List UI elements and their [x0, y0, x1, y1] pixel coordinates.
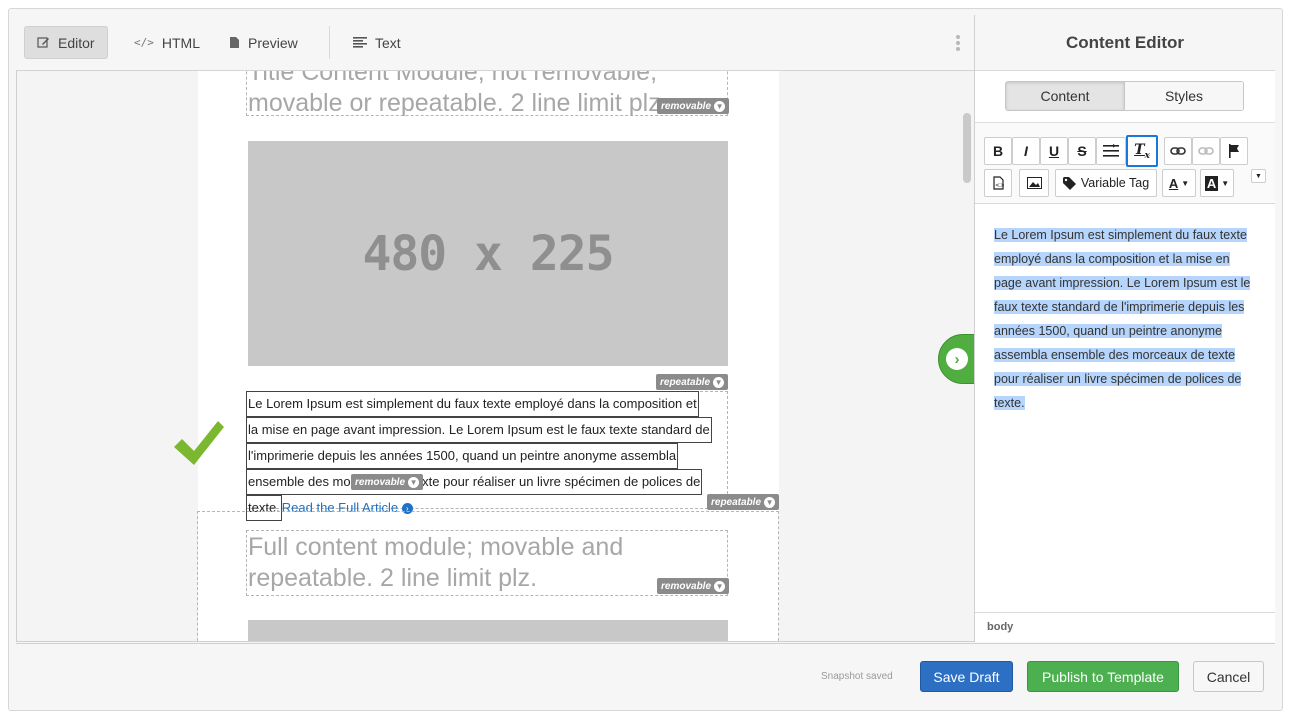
title-module-text[interactable]: Title Content Module, not removable, mov…	[248, 71, 718, 119]
panel-tabs: Content Styles	[1005, 81, 1244, 111]
paragraph-line[interactable]: l'imprimerie depuis les années 1500, qua…	[246, 443, 679, 469]
insert-image-button[interactable]	[1019, 169, 1049, 197]
repeatable-tag-label: repeatable	[660, 376, 711, 388]
paragraph-line[interactable]: Le Lorem Ipsum est simplement du faux te…	[246, 391, 699, 417]
editor-selected-text[interactable]: Le Lorem Ipsum est simplement du faux te…	[994, 223, 1255, 415]
chevron-down-icon: ▼	[713, 376, 725, 388]
text-module-content[interactable]: Le Lorem Ipsum est simplement du faux te…	[246, 391, 726, 521]
selection-highlight: Le Lorem Ipsum est simplement du faux te…	[994, 228, 1251, 410]
removable-tag[interactable]: removable ▼	[657, 98, 730, 114]
text-color-button[interactable]: A ▼	[1162, 169, 1196, 197]
variable-tag-label: Variable Tag	[1080, 176, 1150, 190]
chevron-down-icon: ▼	[408, 476, 420, 488]
repeatable-tag-label: repeatable	[711, 496, 762, 508]
clear-format-icon: Tx	[1134, 141, 1150, 161]
publish-button[interactable]: Publish to Template	[1027, 661, 1179, 692]
removable-tag[interactable]: removable ▼	[657, 578, 730, 594]
chevron-right-icon: ›	[946, 348, 968, 370]
variable-tag-button[interactable]: Variable Tag	[1055, 169, 1157, 197]
format-toolbar: B I U S Tx <> Variable Tag A ▼ A ▼ ▼	[975, 122, 1275, 204]
cancel-button[interactable]: Cancel	[1193, 661, 1264, 692]
email-page: Title Content Module, not removable, mov…	[197, 71, 780, 641]
drag-handle-icon[interactable]	[956, 35, 960, 51]
code-file-icon: <>	[992, 176, 1004, 190]
toolbar-divider	[329, 26, 330, 59]
chevron-down-icon: ▼	[1255, 172, 1262, 180]
snapshot-status: Snapshot saved	[821, 671, 893, 682]
image-size-label: 480 x 225	[362, 225, 614, 282]
indent-button[interactable]	[1096, 137, 1126, 165]
element-path: body	[975, 612, 1275, 642]
email-canvas: Title Content Module, not removable, mov…	[17, 71, 973, 641]
document-icon	[230, 37, 239, 48]
pencil-icon	[37, 37, 49, 48]
bold-button[interactable]: B	[984, 137, 1012, 165]
image-placeholder[interactable]: 480 x 225	[248, 141, 728, 366]
preview-tab-label: Preview	[248, 34, 298, 51]
rich-text-editor[interactable]: Le Lorem Ipsum est simplement du faux te…	[975, 205, 1275, 611]
chevron-down-icon: ▼	[714, 100, 726, 112]
paragraph-line[interactable]: ensemble des morceaux de texte pour réal…	[246, 469, 703, 495]
full-module-heading[interactable]: Full content module; movable and repeata…	[248, 532, 718, 594]
action-footer: Snapshot saved Save Draft Publish to Tem…	[16, 643, 1275, 702]
html-tab[interactable]: </> HTML	[122, 26, 212, 59]
unlink-icon	[1198, 147, 1214, 155]
tag-icon	[1062, 176, 1076, 190]
unlink-button[interactable]	[1192, 137, 1220, 165]
checkmark-icon	[174, 421, 224, 465]
text-tab-label: Text	[375, 34, 401, 51]
preview-tab[interactable]: Preview	[217, 26, 310, 59]
source-code-button[interactable]: <>	[984, 169, 1012, 197]
editor-tab[interactable]: Editor	[24, 26, 108, 59]
strikethrough-button[interactable]: S	[1068, 137, 1096, 165]
panel-title: Content Editor	[975, 15, 1275, 71]
tab-content[interactable]: Content	[1006, 82, 1124, 110]
code-icon: </>	[134, 36, 154, 49]
repeatable-tag[interactable]: repeatable ▼	[707, 494, 780, 510]
editor-toolbar: Editor </> HTML Preview Text	[16, 15, 974, 71]
repeatable-tag[interactable]: repeatable ▼	[656, 374, 729, 390]
html-tab-label: HTML	[161, 34, 200, 51]
background-color-icon: A	[1204, 175, 1219, 191]
editor-tab-label: Editor	[58, 34, 95, 51]
save-draft-button[interactable]: Save Draft	[920, 661, 1013, 692]
paragraph-line[interactable]: la mise en page avant impression. Le Lor…	[246, 417, 712, 443]
toolbar-expand-button[interactable]: ▼	[1251, 169, 1266, 183]
removable-tag-label: removable	[355, 476, 406, 488]
clear-format-button[interactable]: Tx	[1126, 135, 1158, 167]
svg-text:<>: <>	[995, 182, 1004, 189]
flag-icon	[1229, 144, 1239, 158]
link-button[interactable]	[1164, 137, 1192, 165]
caret-down-icon: ▼	[1221, 178, 1230, 188]
tab-styles[interactable]: Styles	[1124, 82, 1243, 110]
image-icon	[1026, 177, 1042, 189]
removable-tag-label: removable	[661, 580, 712, 592]
link-icon	[1170, 147, 1186, 155]
removable-tag[interactable]: removable ▼	[351, 474, 424, 490]
chevron-down-icon: ▼	[714, 580, 726, 592]
text-tab[interactable]: Text	[341, 26, 413, 59]
image-placeholder[interactable]	[248, 620, 728, 641]
caret-down-icon: ▼	[1181, 178, 1190, 188]
italic-button[interactable]: I	[1012, 137, 1040, 165]
underline-button[interactable]: U	[1040, 137, 1068, 165]
indent-icon	[1103, 144, 1119, 157]
text-color-icon: A	[1168, 175, 1179, 191]
align-left-icon	[353, 37, 367, 48]
background-color-button[interactable]: A ▼	[1200, 169, 1234, 197]
removable-tag-label: removable	[661, 100, 712, 112]
scrollbar-thumb[interactable]	[963, 113, 971, 183]
content-editor-panel: Content Editor Content Styles B I U S Tx…	[974, 15, 1275, 642]
anchor-button[interactable]	[1220, 137, 1248, 165]
chevron-down-icon: ▼	[764, 496, 776, 508]
